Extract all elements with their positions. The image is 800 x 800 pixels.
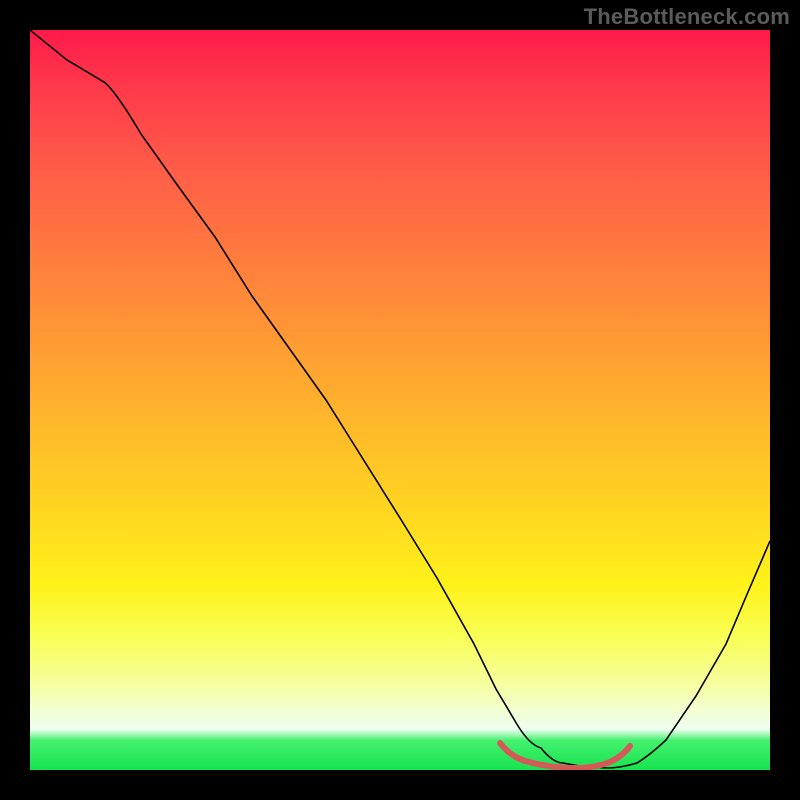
watermark-label: TheBottleneck.com <box>584 4 790 30</box>
chart-frame: TheBottleneck.com <box>0 0 800 800</box>
curve-line <box>30 30 770 768</box>
highlight-marker <box>500 743 630 768</box>
plot-area <box>30 30 770 770</box>
chart-svg <box>30 30 770 770</box>
